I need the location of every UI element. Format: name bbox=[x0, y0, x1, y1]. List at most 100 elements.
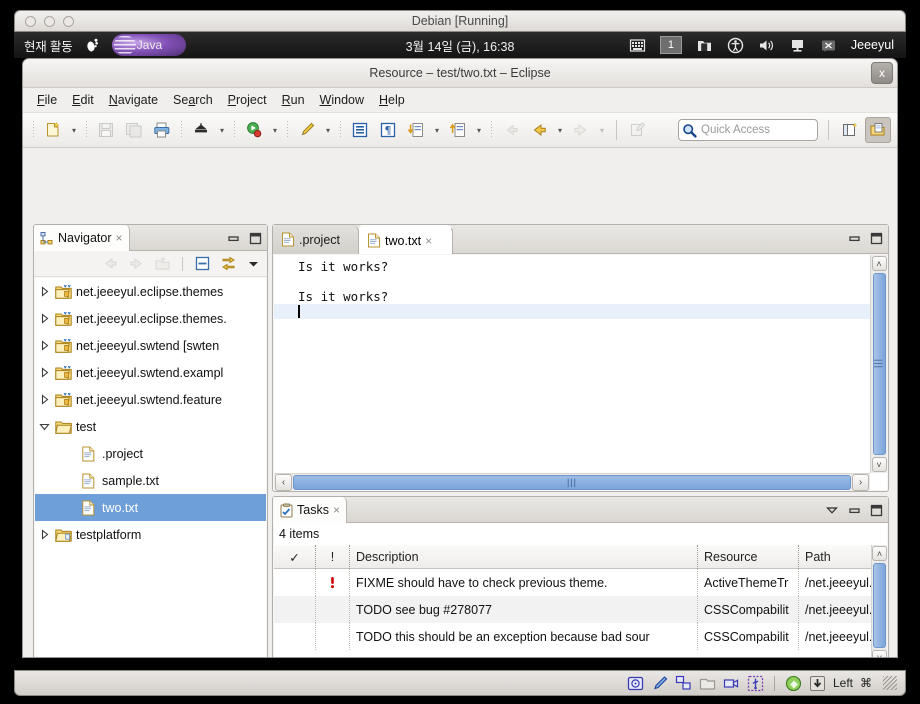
column-header-check[interactable]: ✓ bbox=[274, 545, 316, 569]
navigator-tree[interactable]: net.jeeeyul.eclipse.themes net.jeeeyul.e… bbox=[35, 278, 266, 657]
pilcrow-icon[interactable]: ¶ bbox=[375, 117, 401, 143]
previous-annotation-icon[interactable] bbox=[445, 117, 471, 143]
view-menu-icon[interactable] bbox=[246, 256, 261, 271]
minimize-icon[interactable] bbox=[848, 504, 861, 517]
volume-icon[interactable] bbox=[758, 37, 775, 54]
chevron-right-icon[interactable] bbox=[39, 313, 55, 324]
tree-item-project[interactable]: .project bbox=[35, 440, 266, 467]
menu-file[interactable]: File bbox=[37, 93, 57, 107]
menu-help[interactable]: Help bbox=[379, 93, 405, 107]
scroll-down-button[interactable]: ˅ bbox=[871, 457, 887, 472]
chevron-right-icon[interactable] bbox=[39, 394, 55, 405]
maximize-icon[interactable] bbox=[870, 504, 883, 517]
tab-navigator[interactable]: Navigator × bbox=[34, 225, 130, 251]
close-icon[interactable]: × bbox=[116, 231, 123, 245]
usb-icon[interactable] bbox=[747, 675, 764, 692]
user-menu[interactable]: Jeeeyul bbox=[851, 38, 894, 52]
chevron-down-icon[interactable]: ▾ bbox=[269, 118, 281, 142]
chevron-right-icon[interactable] bbox=[39, 529, 55, 540]
text-editor[interactable]: Is it works? Is it works? bbox=[274, 255, 870, 473]
open-type-icon[interactable] bbox=[347, 117, 373, 143]
chevron-down-icon[interactable]: ▾ bbox=[216, 118, 228, 142]
keyboard-icon[interactable] bbox=[629, 37, 646, 54]
maximize-icon[interactable] bbox=[249, 232, 262, 245]
tree-item-net-jeeeyul-eclipse-themes[interactable]: net.jeeeyul.eclipse.themes bbox=[35, 278, 266, 305]
new-java-class-icon[interactable] bbox=[188, 117, 214, 143]
chevron-down-icon[interactable]: ▾ bbox=[68, 118, 80, 142]
menu-project[interactable]: Project bbox=[228, 93, 267, 107]
tree-item-sample-txt[interactable]: sample.txt bbox=[35, 467, 266, 494]
debug-icon[interactable] bbox=[294, 117, 320, 143]
gnome-foot-icon[interactable] bbox=[84, 37, 100, 53]
video-capture-icon[interactable] bbox=[723, 675, 740, 692]
table-body[interactable]: FIXME should have to check previous them… bbox=[274, 569, 887, 650]
network-icon[interactable] bbox=[675, 675, 692, 692]
tree-item-net-jeeeyul-swtend-feature[interactable]: net.jeeeyul.swtend.feature bbox=[35, 386, 266, 413]
table-row[interactable]: FIXME should have to check previous them… bbox=[274, 569, 887, 596]
table-row[interactable]: TODO see bug #278077 CSSCompabilit/net.je… bbox=[274, 596, 887, 623]
column-header-resource[interactable]: Resource bbox=[698, 545, 799, 569]
maximize-icon[interactable] bbox=[870, 232, 883, 245]
quick-access-field[interactable]: Quick Access bbox=[678, 119, 818, 141]
down-arrow-icon[interactable] bbox=[809, 675, 826, 692]
column-header-severity[interactable]: ! bbox=[316, 545, 350, 569]
chevron-right-icon[interactable] bbox=[39, 340, 55, 351]
tab-tasks[interactable]: Tasks × bbox=[273, 497, 347, 523]
scroll-up-button[interactable]: ˄ bbox=[872, 546, 887, 561]
view-menu-icon[interactable] bbox=[825, 503, 839, 517]
chevron-right-icon[interactable] bbox=[39, 286, 55, 297]
globe-icon[interactable] bbox=[785, 675, 802, 692]
print-icon[interactable] bbox=[149, 117, 175, 143]
collapse-all-icon[interactable] bbox=[194, 255, 211, 272]
new-wizard-icon[interactable] bbox=[40, 117, 66, 143]
tree-item-net-jeeeyul-eclipse-themes[interactable]: net.jeeeyul.eclipse.themes. bbox=[35, 305, 266, 332]
taskbar-item-java[interactable]: Java bbox=[112, 34, 187, 56]
tree-item-test[interactable]: test bbox=[35, 413, 266, 440]
editor-hscrollbar[interactable]: ‹ ||| › bbox=[274, 473, 870, 491]
optical-disk-icon[interactable] bbox=[651, 675, 668, 692]
accessibility-icon[interactable] bbox=[727, 37, 744, 54]
editor-tab-project[interactable]: .project bbox=[273, 225, 359, 254]
tree-item-testplatform[interactable]: testplatform bbox=[35, 521, 266, 548]
chevron-right-icon[interactable] bbox=[39, 367, 55, 378]
scroll-thumb[interactable]: ||| bbox=[872, 273, 886, 455]
chevron-down-icon[interactable]: ▾ bbox=[554, 118, 566, 142]
menu-navigate[interactable]: Navigate bbox=[109, 93, 158, 107]
back-icon[interactable] bbox=[526, 117, 552, 143]
tasks-vscrollbar[interactable]: ˄ ˅ bbox=[871, 545, 887, 657]
next-annotation-icon[interactable] bbox=[403, 117, 429, 143]
tree-item-net-jeeeyul-swtend-exampl[interactable]: net.jeeeyul.swtend.exampl bbox=[35, 359, 266, 386]
user-status-icon[interactable] bbox=[820, 37, 837, 54]
resize-grip[interactable] bbox=[883, 676, 897, 690]
scroll-thumb[interactable] bbox=[873, 563, 886, 648]
link-with-editor-icon[interactable] bbox=[220, 255, 237, 272]
open-perspective-icon[interactable] bbox=[837, 117, 863, 143]
chevron-down-icon[interactable] bbox=[39, 421, 55, 432]
display-icon[interactable] bbox=[789, 37, 806, 54]
column-header-description[interactable]: Description bbox=[350, 545, 698, 569]
editor-vscrollbar[interactable]: ˄ ||| ˅ bbox=[870, 255, 887, 473]
chevron-down-icon[interactable]: ▾ bbox=[431, 118, 443, 142]
resource-perspective-icon[interactable] bbox=[865, 117, 891, 143]
menu-edit[interactable]: Edit bbox=[72, 93, 94, 107]
minimize-icon[interactable] bbox=[227, 232, 240, 245]
shared-folder-icon[interactable] bbox=[699, 675, 716, 692]
scroll-down-button[interactable]: ˅ bbox=[872, 650, 887, 657]
close-icon[interactable]: x bbox=[871, 62, 893, 84]
menu-run[interactable]: Run bbox=[282, 93, 305, 107]
close-icon[interactable]: × bbox=[425, 234, 432, 248]
files-icon[interactable] bbox=[696, 37, 713, 54]
activities-button[interactable]: 현재 활동 bbox=[24, 36, 73, 55]
scroll-track[interactable]: ||| bbox=[293, 474, 851, 490]
run-icon[interactable] bbox=[241, 117, 267, 143]
menu-window[interactable]: Window bbox=[320, 93, 364, 107]
tree-item-net-jeeeyul-swtend-swten[interactable]: net.jeeeyul.swtend [swten bbox=[35, 332, 266, 359]
chevron-down-icon[interactable]: ▾ bbox=[473, 118, 485, 142]
chevron-down-icon[interactable]: ▾ bbox=[322, 118, 334, 142]
hard-disk-icon[interactable] bbox=[627, 675, 644, 692]
scroll-up-button[interactable]: ˄ bbox=[871, 256, 887, 271]
scroll-left-button[interactable]: ‹ bbox=[275, 473, 292, 491]
tree-item-two-txt[interactable]: two.txt bbox=[35, 494, 266, 521]
close-icon[interactable]: × bbox=[333, 503, 340, 517]
workspace-switcher[interactable]: 1 bbox=[659, 36, 682, 54]
